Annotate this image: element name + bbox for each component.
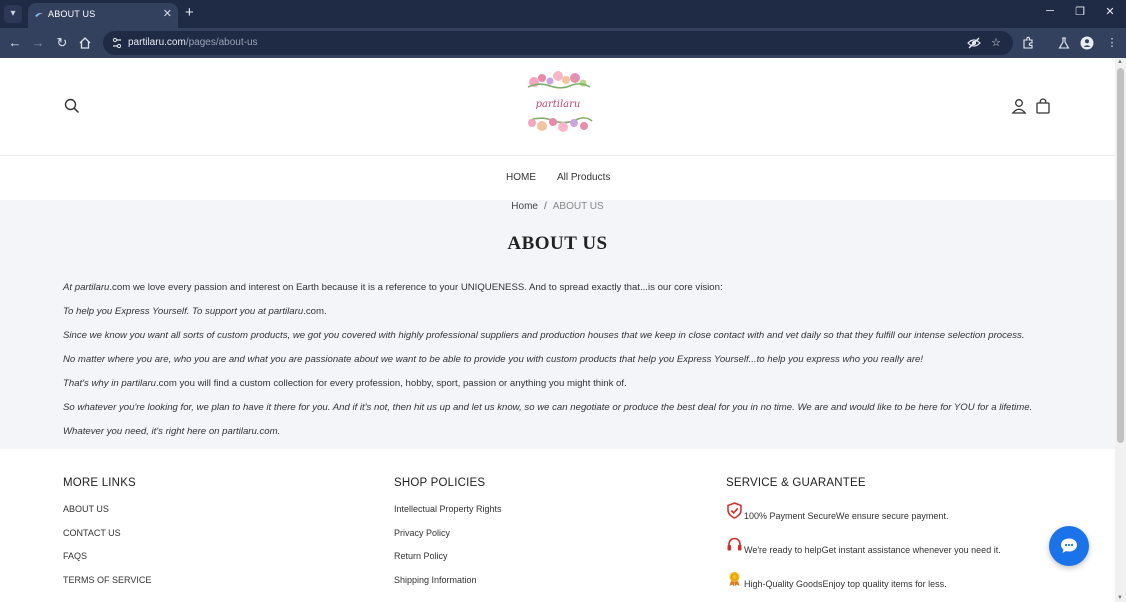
scroll-up-arrow-icon[interactable]: ▲ [1117, 59, 1123, 65]
footer-link-return-policy[interactable]: Return Policy [394, 551, 448, 561]
browser-tabbar: ▾ ABOUT US ✕ + ─ ❐ ✕ [0, 0, 1126, 28]
home-icon[interactable] [78, 36, 92, 50]
logo-wordmark: partilaru [536, 99, 581, 110]
breadcrumb-current: ABOUT US [552, 201, 604, 212]
site-header: partilaru [0, 58, 1115, 156]
footer-more-links-heading: MORE LINKS [63, 477, 136, 489]
profile-icon[interactable] [1080, 36, 1094, 50]
close-window-icon[interactable]: ✕ [1100, 5, 1120, 18]
restore-icon[interactable]: ❐ [1070, 5, 1090, 18]
site-footer: MORE LINKS ABOUT US CONTACT US FAQS TERM… [0, 449, 1115, 602]
account-icon[interactable] [1011, 98, 1027, 114]
main-navigation: HOME All Products [0, 157, 1115, 200]
about-paragraph-5: That's why in partilaru.com you will fin… [63, 378, 627, 389]
service-item-quality: High-Quality GoodsEnjoy top quality item… [744, 579, 947, 589]
about-paragraph-4: No matter where you are, who you are and… [63, 354, 924, 365]
medal-icon [729, 572, 740, 587]
footer-link-shipping-information[interactable]: Shipping Information [394, 575, 477, 585]
breadcrumb: Home / ABOUT US [0, 200, 1115, 214]
tab-search-button[interactable]: ▾ [4, 5, 22, 23]
scrollbar-thumb[interactable] [1117, 68, 1124, 443]
forward-icon[interactable]: → [30, 35, 46, 51]
site-logo[interactable]: partilaru [520, 70, 596, 134]
service-item-secure-payment: 100% Payment SecureWe ensure secure paym… [744, 511, 949, 521]
about-paragraph-3: Since we know you want all sorts of cust… [63, 330, 1025, 341]
page-title: ABOUT US [507, 233, 608, 254]
tab-title: ABOUT US [48, 9, 96, 19]
site-favicon-icon [35, 12, 43, 17]
about-paragraph-7: Whatever you need, it's right here on pa… [63, 426, 281, 437]
headset-icon [727, 537, 742, 551]
back-icon[interactable]: ← [7, 35, 23, 51]
reload-icon[interactable]: ↻ [54, 35, 70, 51]
browser-toolbar: ← → ↻ partilaru.com/pages/about-us ☆ ⋮ [0, 28, 1126, 58]
eye-off-icon[interactable] [967, 36, 981, 50]
breadcrumb-separator: / [543, 201, 547, 212]
nav-link-all-products[interactable]: All Products [557, 172, 610, 183]
scroll-down-arrow-icon[interactable]: ▼ [1117, 595, 1123, 601]
shield-check-icon [727, 502, 742, 519]
about-content: Home / ABOUT US ABOUT US At partilaru.com … [0, 200, 1115, 449]
about-paragraph-6: So whatever you're looking for, we plan … [63, 402, 1033, 413]
nav-link-home[interactable]: HOME [506, 172, 536, 183]
cart-bag-icon[interactable] [1035, 98, 1051, 114]
bookmark-star-icon[interactable]: ☆ [989, 36, 1003, 50]
new-tab-icon[interactable]: + [185, 4, 194, 21]
kebab-menu-icon[interactable]: ⋮ [1104, 35, 1120, 51]
chat-bubble-icon [1061, 538, 1077, 553]
footer-link-contact-us[interactable]: CONTACT US [63, 528, 121, 538]
footer-service-heading: SERVICE & GUARANTEE [726, 477, 866, 489]
chat-widget-button[interactable] [1049, 526, 1089, 566]
footer-link-intellectual-property[interactable]: Intellectual Property Rights [394, 504, 502, 514]
browser-tab[interactable]: ABOUT US ✕ [28, 3, 178, 28]
about-paragraph-2: To help you Express Yourself. To support… [63, 306, 327, 317]
footer-link-about-us[interactable]: ABOUT US [63, 504, 109, 514]
footer-link-faqs[interactable]: FAQS [63, 551, 87, 561]
site-info-icon[interactable] [111, 36, 123, 50]
extensions-icon[interactable] [1021, 36, 1035, 50]
about-paragraph-1: At partilaru.com we love every passion a… [63, 282, 723, 293]
labs-flask-icon[interactable] [1057, 36, 1071, 50]
search-icon[interactable] [64, 98, 80, 114]
footer-link-privacy-policy[interactable]: Privacy Policy [394, 528, 450, 538]
breadcrumb-home-link[interactable]: Home [511, 201, 538, 212]
logo-flowers-bottom [528, 117, 593, 132]
minimize-icon[interactable]: ─ [1040, 5, 1060, 17]
service-item-help: We're ready to helpGet instant assistanc… [744, 545, 1001, 555]
tab-close-icon[interactable]: ✕ [163, 7, 172, 20]
logo-flowers-top [527, 71, 591, 89]
web-page: partilaru HOME All Products Home / ABOUT U… [0, 58, 1115, 602]
page-scrollbar[interactable]: ▲ ▼ [1115, 58, 1126, 602]
footer-link-terms-of-service[interactable]: TERMS OF SERVICE [63, 575, 151, 585]
footer-shop-policies-heading: SHOP POLICIES [394, 477, 486, 489]
url-text: partilaru.com/pages/about-us [128, 37, 258, 48]
address-bar[interactable]: partilaru.com/pages/about-us ☆ [103, 31, 1013, 55]
